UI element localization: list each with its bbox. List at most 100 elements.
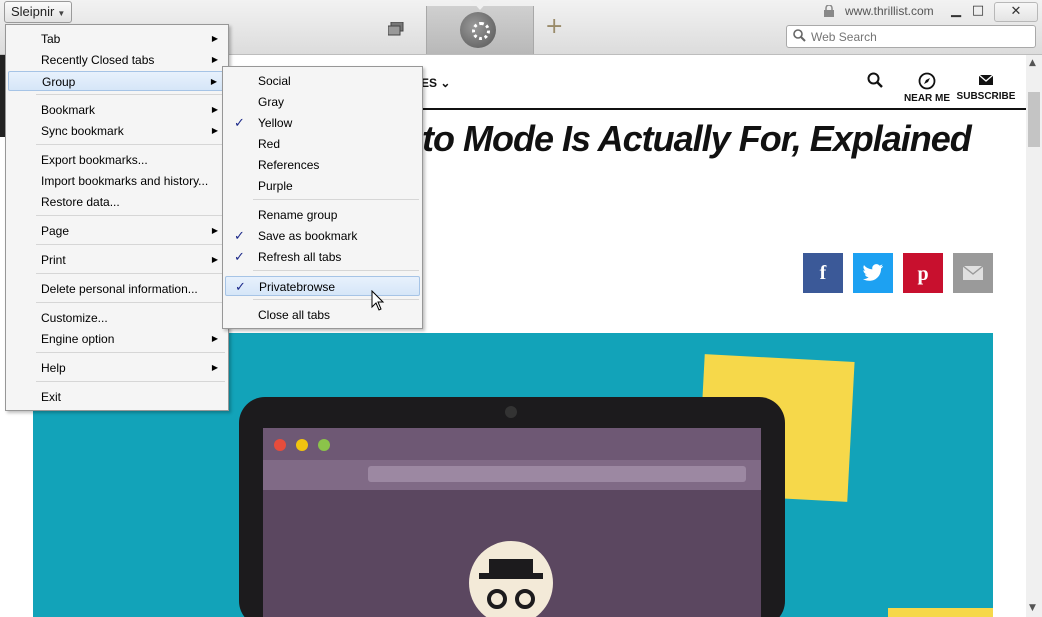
- maximize-button[interactable]: □: [970, 2, 986, 20]
- menu-item-label: Help: [41, 361, 66, 375]
- menu-item-import-bookmarks[interactable]: Import bookmarks and history...: [8, 171, 226, 191]
- menu-item-recently-closed-tabs[interactable]: Recently Closed tabs ▶: [8, 50, 226, 70]
- menu-item-label: Red: [258, 137, 281, 151]
- group-submenu: Social Gray ✓ Yellow Red References Purpl…: [222, 66, 423, 329]
- menu-item-label: Group: [42, 75, 76, 89]
- menu-item-label: Restore data...: [41, 195, 120, 209]
- app-menu-label: Sleipnir: [11, 4, 55, 19]
- menu-item-tab[interactable]: Tab ▶: [8, 29, 226, 49]
- group-item-close-all-tabs[interactable]: Close all tabs: [225, 305, 420, 325]
- menu-separator: [36, 215, 225, 216]
- share-pinterest-button[interactable]: p: [903, 253, 943, 293]
- menu-item-label: Import bookmarks and history...: [41, 174, 209, 188]
- near-me-button[interactable]: NEAR ME: [900, 72, 954, 104]
- subscribe-button[interactable]: SUBSCRIBE: [956, 72, 1016, 102]
- menu-item-label: Customize...: [41, 311, 108, 325]
- submenu-arrow-icon: ▶: [211, 34, 218, 43]
- share-facebook-button[interactable]: f: [803, 253, 843, 293]
- group-item-references[interactable]: References: [225, 155, 420, 175]
- app-menu-button[interactable]: Sleipnir ▼: [4, 1, 73, 23]
- group-item-refresh-all-tabs[interactable]: ✓ Refresh all tabs: [225, 247, 420, 267]
- nav-divider: [418, 108, 1026, 110]
- submenu-arrow-icon: ▶: [211, 255, 218, 264]
- menu-separator: [253, 199, 419, 200]
- close-button[interactable]: ✕: [994, 2, 1038, 22]
- chevron-down-icon: ▼: [57, 9, 66, 18]
- subscribe-label: SUBSCRIBE: [956, 91, 1016, 102]
- web-search-input[interactable]: [809, 27, 1033, 46]
- compass-icon: [918, 72, 936, 90]
- menu-item-label: Page: [41, 224, 70, 238]
- scrollbar-thumb[interactable]: [1028, 92, 1040, 147]
- menu-item-bookmark[interactable]: Bookmark ▶: [8, 100, 226, 120]
- menu-item-export-bookmarks[interactable]: Export bookmarks...: [8, 150, 226, 170]
- share-email-button[interactable]: [953, 253, 993, 293]
- menu-item-label: Purple: [258, 179, 293, 193]
- twitter-icon: [863, 264, 883, 281]
- url-display[interactable]: www.thrillist.com: [845, 4, 934, 18]
- menu-item-help[interactable]: Help ▶: [8, 358, 226, 378]
- mouse-cursor-icon: [371, 290, 385, 311]
- tab-list-icon[interactable]: [388, 22, 404, 36]
- group-item-red[interactable]: Red: [225, 134, 420, 154]
- scroll-up-icon[interactable]: ▲: [1029, 58, 1036, 68]
- menu-item-restore-data[interactable]: Restore data...: [8, 192, 226, 212]
- submenu-arrow-icon: ▶: [211, 363, 218, 372]
- menu-item-label: Close all tabs: [258, 308, 331, 322]
- chevron-down-icon: ⌄: [440, 76, 451, 90]
- group-item-social[interactable]: Social: [225, 71, 420, 91]
- menu-item-label: Export bookmarks...: [41, 153, 148, 167]
- menu-item-delete-personal-info[interactable]: Delete personal information...: [8, 279, 226, 299]
- menu-item-label: Social: [258, 74, 291, 88]
- menu-item-label: Save as bookmark: [258, 229, 358, 243]
- tab-notch: [471, 0, 489, 10]
- menu-separator: [36, 381, 225, 382]
- web-search-box[interactable]: [786, 25, 1036, 48]
- minimize-button[interactable]: ▁: [948, 2, 964, 20]
- menu-item-engine-option[interactable]: Engine option ▶: [8, 329, 226, 349]
- pinterest-icon: p: [917, 263, 929, 285]
- search-icon: [793, 29, 806, 42]
- menu-item-customize[interactable]: Customize...: [8, 308, 226, 328]
- menu-separator: [36, 352, 225, 353]
- menu-item-label: Tab: [41, 32, 61, 46]
- submenu-arrow-icon: ▶: [210, 77, 217, 86]
- article-headline: to Mode Is Actually For, Explained: [422, 118, 972, 159]
- menu-item-label: References: [258, 158, 320, 172]
- submenu-arrow-icon: ▶: [211, 55, 218, 64]
- checkmark-icon: ✓: [235, 279, 246, 294]
- menu-item-group[interactable]: Group ▶: [8, 71, 226, 91]
- mail-icon: [978, 74, 994, 85]
- group-item-purple[interactable]: Purple: [225, 176, 420, 196]
- menu-item-sync-bookmark[interactable]: Sync bookmark ▶: [8, 121, 226, 141]
- group-item-save-as-bookmark[interactable]: ✓ Save as bookmark: [225, 226, 420, 246]
- menu-item-label: Exit: [41, 390, 62, 404]
- menu-separator: [36, 302, 225, 303]
- active-tab[interactable]: [426, 0, 534, 54]
- site-nav-section[interactable]: ES ⌄: [421, 76, 450, 90]
- menu-item-exit[interactable]: Exit: [8, 387, 226, 407]
- scroll-down-icon[interactable]: ▼: [1029, 603, 1036, 613]
- group-item-privatebrowse[interactable]: ✓ Privatebrowse: [225, 276, 420, 296]
- mail-icon: [962, 265, 984, 280]
- menu-item-page[interactable]: Page ▶: [8, 221, 226, 241]
- loading-spinner-icon: [472, 22, 490, 40]
- submenu-arrow-icon: ▶: [211, 226, 218, 235]
- menu-item-print[interactable]: Print ▶: [8, 250, 226, 270]
- group-item-yellow[interactable]: ✓ Yellow: [225, 113, 420, 133]
- site-nav-section-label: ES: [421, 76, 438, 90]
- menu-item-label: Yellow: [258, 116, 293, 130]
- checkmark-icon: ✓: [234, 115, 245, 130]
- submenu-arrow-icon: ▶: [211, 126, 218, 135]
- share-twitter-button[interactable]: [853, 253, 893, 293]
- facebook-icon: f: [819, 262, 827, 284]
- new-tab-button[interactable]: +: [545, 16, 563, 38]
- menu-separator: [253, 299, 419, 300]
- menu-item-label: Engine option: [41, 332, 115, 346]
- site-search-button[interactable]: [866, 72, 884, 91]
- menu-separator: [36, 94, 225, 95]
- group-item-gray[interactable]: Gray: [225, 92, 420, 112]
- group-item-rename-group[interactable]: Rename group: [225, 205, 420, 225]
- menu-item-label: Privatebrowse: [259, 280, 336, 294]
- checkmark-icon: ✓: [234, 228, 245, 243]
